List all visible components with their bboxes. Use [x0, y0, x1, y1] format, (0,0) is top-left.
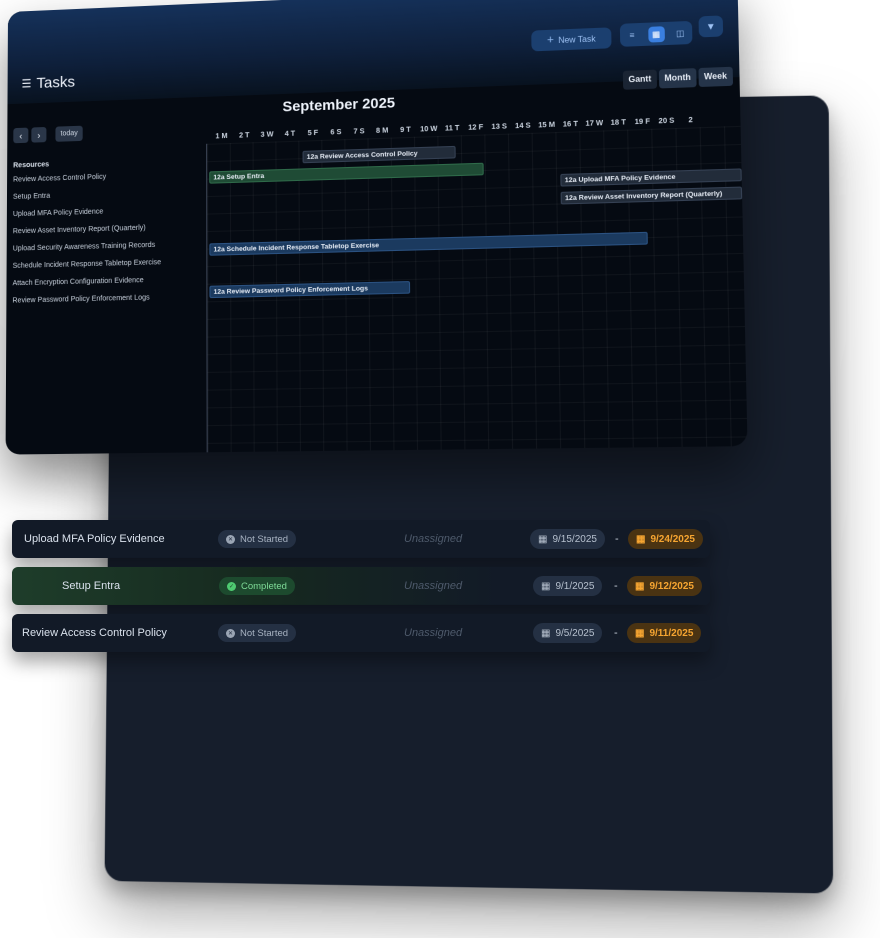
status-label: Not Started — [240, 533, 289, 545]
tab-week[interactable]: Week — [698, 66, 733, 88]
due-date: 9/11/2025 — [649, 627, 694, 639]
calendar-view-icon[interactable]: ▦ — [647, 25, 665, 43]
new-task-button[interactable]: + New Task — [531, 27, 612, 52]
day-header: 12 F — [468, 124, 484, 132]
gantt-window: ☰ Tasks + New Task ≡ ▦ ◫ ▼ Gantt Month W… — [5, 0, 748, 455]
assignee[interactable]: Unassigned — [404, 627, 462, 639]
list-view-icon[interactable]: ≡ — [624, 27, 641, 43]
gantt-grid: 12a Review Access Control Policy 12a Set… — [206, 125, 748, 455]
status-badge[interactable]: ✓ Completed — [219, 577, 295, 595]
page-title-text: Tasks — [36, 73, 76, 93]
start-date-chip[interactable]: ▦ 9/1/2025 — [533, 576, 603, 596]
day-header: 19 F — [634, 118, 651, 127]
task-row[interactable]: Upload MFA Policy Evidence ✕ Not Started… — [12, 520, 710, 558]
gantt-bar[interactable]: 12a Setup Entra — [209, 162, 484, 184]
start-date: 9/5/2025 — [555, 627, 595, 639]
task-row[interactable]: Review Access Control Policy ✕ Not Start… — [12, 614, 710, 652]
view-switcher: Gantt Month Week — [622, 66, 733, 90]
gantt-bar[interactable]: 12a Review Access Control Policy — [302, 145, 456, 164]
calendar-icon: ▦ — [635, 580, 645, 592]
start-date: 9/15/2025 — [552, 533, 597, 545]
due-date: 9/24/2025 — [650, 533, 695, 545]
day-header: 2 — [688, 116, 693, 125]
gantt-bar[interactable]: 12a Schedule Incident Response Tabletop … — [209, 231, 648, 256]
assignee[interactable]: Unassigned — [404, 533, 462, 545]
check-icon: ✓ — [227, 581, 236, 591]
day-header: 13 S — [491, 123, 508, 132]
resources-column: Resources Review Access Control Policy S… — [12, 156, 206, 315]
day-header: 14 S — [515, 122, 531, 131]
day-header: 16 T — [562, 120, 579, 129]
day-header: 11 T — [444, 124, 460, 133]
date-separator: - — [614, 580, 618, 592]
calendar-nav: ‹ › today — [13, 125, 83, 144]
filter-icon: ▼ — [705, 20, 716, 32]
tab-gantt[interactable]: Gantt — [622, 69, 657, 90]
due-date-chip[interactable]: ▦ 9/24/2025 — [628, 529, 703, 549]
start-date-chip[interactable]: ▦ 9/15/2025 — [530, 529, 605, 549]
start-date: 9/1/2025 — [555, 580, 595, 592]
day-header: 5 F — [307, 129, 319, 138]
due-date-chip[interactable]: ▦ 9/12/2025 — [627, 576, 702, 596]
view-mode-group: ≡ ▦ ◫ — [619, 20, 693, 47]
day-header: 1 M — [215, 132, 228, 141]
day-header: 15 M — [538, 121, 556, 130]
status-label: Not Started — [240, 627, 289, 639]
status-badge[interactable]: ✕ Not Started — [218, 530, 297, 548]
gantt-bar[interactable]: 12a Review Asset Inventory Report (Quart… — [560, 186, 743, 205]
calendar-icon: ▦ — [636, 533, 646, 545]
status-badge[interactable]: ✕ Not Started — [218, 624, 297, 642]
plus-icon: + — [546, 33, 555, 47]
calendar-icon: ▦ — [541, 580, 551, 592]
resource-item[interactable]: Review Password Policy Enforcement Logs — [12, 293, 206, 315]
today-button[interactable]: today — [55, 125, 83, 142]
calendar-icon: ▦ — [635, 627, 645, 639]
calendar-icon: ▦ — [538, 533, 548, 545]
day-header: 3 W — [260, 131, 274, 139]
due-date: 9/12/2025 — [649, 580, 694, 592]
day-header: 7 S — [353, 128, 365, 136]
prev-button[interactable]: ‹ — [13, 127, 29, 144]
filter-button[interactable]: ▼ — [698, 15, 724, 38]
day-header: 9 T — [400, 126, 411, 135]
day-header: 18 T — [610, 119, 626, 128]
task-name: Review Access Control Policy — [22, 627, 167, 639]
not-started-icon: ✕ — [226, 534, 235, 544]
day-header: 2 T — [238, 132, 250, 140]
board-view-icon[interactable]: ◫ — [672, 25, 689, 41]
resources-heading: Resources — [13, 161, 50, 170]
day-header: 10 W — [420, 125, 438, 134]
task-name: Upload MFA Policy Evidence — [24, 533, 165, 545]
assignee[interactable]: Unassigned — [404, 580, 462, 592]
date-separator: - — [615, 533, 619, 545]
day-header: 6 S — [330, 128, 342, 137]
status-label: Completed — [241, 580, 287, 592]
task-list-icon: ☰ — [21, 78, 32, 91]
task-row[interactable]: Setup Entra ✓ Completed Unassigned ▦ 9/1… — [12, 567, 710, 605]
page-title: ☰ Tasks — [22, 73, 75, 92]
day-header: 8 M — [375, 127, 389, 135]
next-button[interactable]: › — [31, 126, 47, 143]
task-name: Setup Entra — [62, 580, 121, 592]
day-header: 20 S — [658, 117, 675, 126]
calendar-icon: ▦ — [541, 627, 551, 639]
new-task-label: New Task — [558, 33, 596, 45]
not-started-icon: ✕ — [226, 628, 235, 638]
date-separator: - — [614, 627, 618, 639]
tab-month[interactable]: Month — [658, 68, 697, 89]
gantt-bar[interactable]: 12a Upload MFA Policy Evidence — [560, 168, 742, 187]
month-title: September 2025 — [282, 93, 396, 115]
due-date-chip[interactable]: ▦ 9/11/2025 — [627, 623, 702, 643]
day-header: 17 W — [585, 119, 604, 128]
day-header: 4 T — [284, 130, 296, 139]
start-date-chip[interactable]: ▦ 9/5/2025 — [533, 623, 603, 643]
gantt-bar[interactable]: 12a Review Password Policy Enforcement L… — [209, 281, 411, 299]
